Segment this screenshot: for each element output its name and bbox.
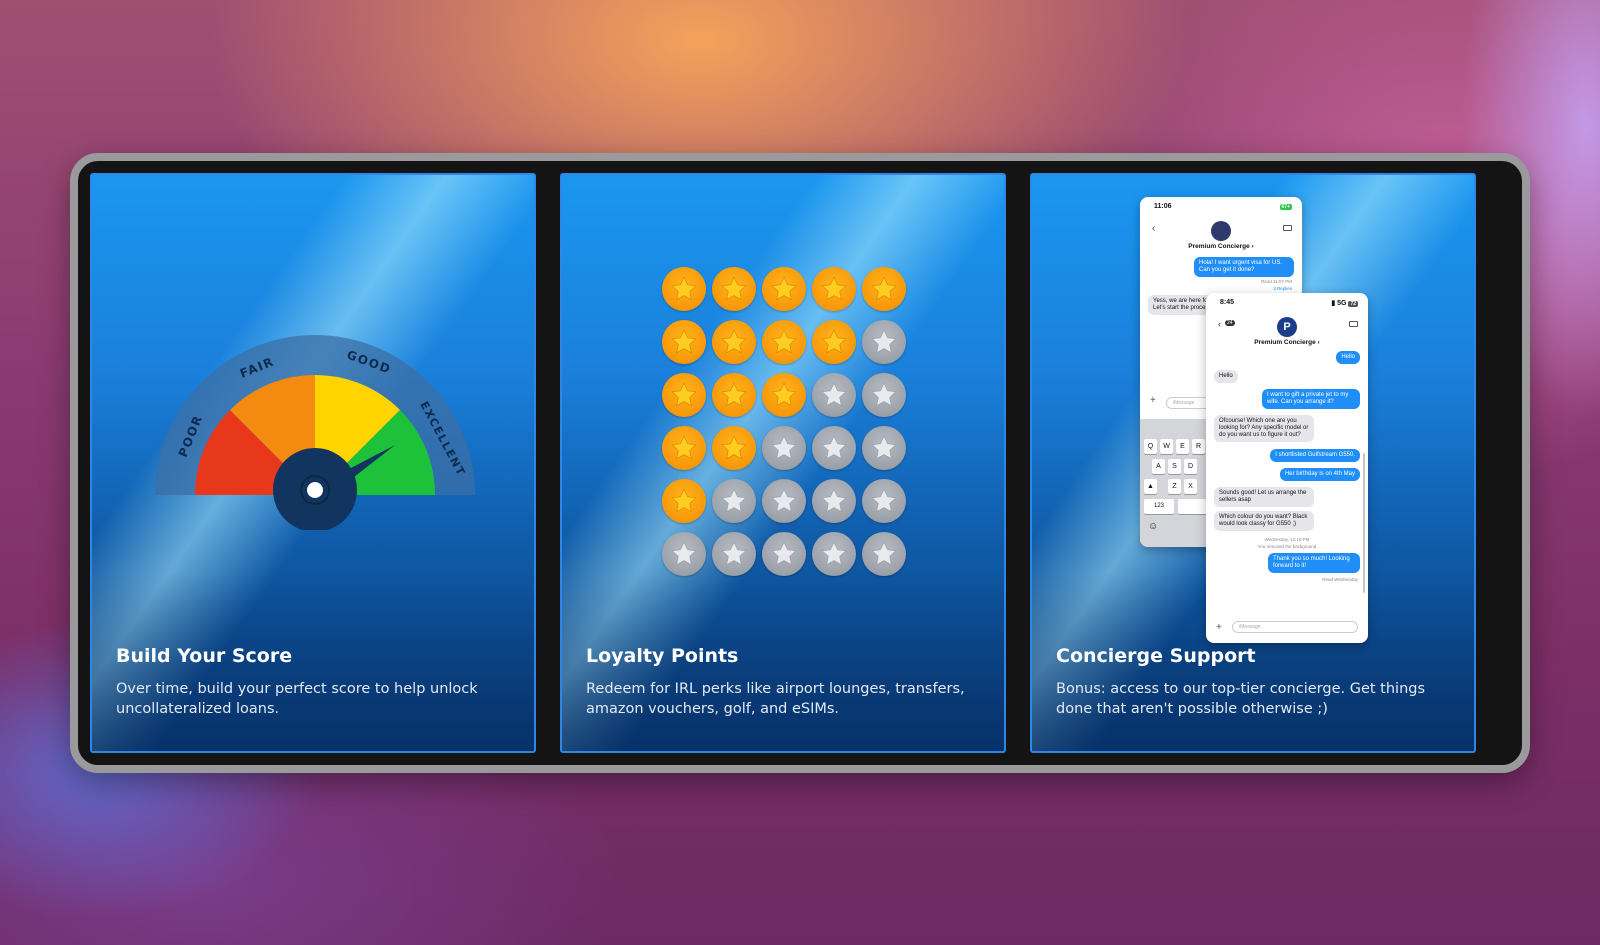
key: Q xyxy=(1144,439,1157,454)
star-empty-icon xyxy=(812,373,856,417)
device-frame: POOR FAIR GOOD EXCELLENT Build Your Scor… xyxy=(70,153,1530,773)
card-concierge-support: 11:06 67+ ‹ Premium Concierge › Hola! I … xyxy=(1030,173,1476,753)
star-filled-icon xyxy=(712,320,756,364)
contact-name: Premium Concierge › xyxy=(1254,339,1320,346)
video-call-icon xyxy=(1349,321,1358,327)
message-out: Hola! I want urgent visa for US. Can you… xyxy=(1194,257,1294,277)
star-empty-icon xyxy=(662,532,706,576)
key: R xyxy=(1192,439,1205,454)
back-chevron-icon: ‹ xyxy=(1218,319,1221,329)
message-out: I want to gift a private jet to my wife.… xyxy=(1262,389,1360,409)
star-empty-icon xyxy=(712,479,756,523)
star-empty-icon xyxy=(812,426,856,470)
message-in: Ofcourse! Which one are you looking for?… xyxy=(1214,415,1314,442)
star-filled-icon xyxy=(712,267,756,311)
numbers-key: 123 xyxy=(1144,499,1174,514)
shift-key: ▲ xyxy=(1144,479,1157,494)
replies-count: 3 Replies xyxy=(1273,286,1292,291)
network-type: 5G xyxy=(1337,300,1347,307)
star-filled-icon xyxy=(662,320,706,364)
star-filled-icon xyxy=(662,373,706,417)
message-out: I shortlisted Gulfstream G550. xyxy=(1270,449,1360,462)
message-meta: You removed the background xyxy=(1257,544,1317,549)
star-filled-icon xyxy=(762,267,806,311)
message-out: Thank you so much! Looking forward to it… xyxy=(1268,553,1360,573)
card-title: Concierge Support xyxy=(1056,645,1256,667)
key: Z xyxy=(1168,479,1181,494)
star-empty-icon xyxy=(862,320,906,364)
signal-icon: ▮ xyxy=(1331,300,1336,307)
message-in: Which colour do you want? Black would lo… xyxy=(1214,511,1314,531)
back-chevron-icon: ‹ xyxy=(1152,223,1156,234)
star-empty-icon xyxy=(862,479,906,523)
star-filled-icon xyxy=(712,426,756,470)
star-filled-icon xyxy=(762,320,806,364)
key: A xyxy=(1152,459,1165,474)
key: S xyxy=(1168,459,1181,474)
plus-icon: + xyxy=(1150,395,1156,406)
star-filled-icon xyxy=(762,373,806,417)
star-empty-icon xyxy=(862,426,906,470)
plus-icon: + xyxy=(1216,622,1222,633)
star-filled-icon xyxy=(662,267,706,311)
avatar: P xyxy=(1277,317,1297,337)
card-description: Bonus: access to our top-tier concierge.… xyxy=(1056,681,1426,717)
card-description: Over time, build your perfect score to h… xyxy=(116,681,478,717)
star-empty-icon xyxy=(762,426,806,470)
key: E xyxy=(1176,439,1189,454)
star-empty-icon xyxy=(762,532,806,576)
card-title: Build Your Score xyxy=(116,645,293,667)
scrollbar xyxy=(1363,453,1365,593)
message-in: Sounds good! Let us arrange the sellers … xyxy=(1214,487,1314,507)
star-filled-icon xyxy=(662,426,706,470)
phone-screenshot-front: 8:45 ▮ 5G 72 ‹ 24 P Premium Concierge › … xyxy=(1206,293,1368,643)
star-filled-icon xyxy=(812,267,856,311)
star-filled-icon xyxy=(862,267,906,311)
loyalty-stars-grid xyxy=(662,267,906,576)
video-call-icon xyxy=(1283,225,1292,231)
message-input: iMessage xyxy=(1232,621,1358,633)
card-build-your-score: POOR FAIR GOOD EXCELLENT Build Your Scor… xyxy=(90,173,536,753)
credit-score-gauge: POOR FAIR GOOD EXCELLENT xyxy=(155,335,475,530)
battery-icon: 72 xyxy=(1348,301,1358,307)
star-empty-icon xyxy=(712,532,756,576)
battery-icon: 67+ xyxy=(1279,204,1292,210)
message-out: Hello xyxy=(1336,351,1360,364)
star-empty-icon xyxy=(862,532,906,576)
message-out: Her birthday is on 4th May xyxy=(1279,468,1360,481)
message-meta: Read 11:07 PM xyxy=(1261,279,1292,284)
key: X xyxy=(1184,479,1197,494)
contact-name: Premium Concierge › xyxy=(1188,243,1254,250)
emoji-icon: ☺ xyxy=(1148,521,1159,532)
card-description: Redeem for IRL perks like airport lounge… xyxy=(586,681,965,717)
star-empty-icon xyxy=(812,532,856,576)
unread-count-badge: 24 xyxy=(1225,320,1235,326)
star-filled-icon xyxy=(812,320,856,364)
status-time: 11:06 xyxy=(1154,203,1172,210)
message-in: Hello xyxy=(1214,370,1238,383)
star-filled-icon xyxy=(712,373,756,417)
avatar xyxy=(1211,221,1231,241)
status-time: 8:45 xyxy=(1220,299,1235,306)
star-empty-icon xyxy=(862,373,906,417)
star-filled-icon xyxy=(662,479,706,523)
message-meta: Wednesday, 12:19 PM xyxy=(1264,537,1310,542)
card-loyalty-points: Loyalty Points Redeem for IRL perks like… xyxy=(560,173,1006,753)
star-empty-icon xyxy=(762,479,806,523)
key: D xyxy=(1184,459,1197,474)
message-meta: Read Wednesday xyxy=(1322,577,1358,582)
card-title: Loyalty Points xyxy=(586,645,739,667)
star-empty-icon xyxy=(812,479,856,523)
key: W xyxy=(1160,439,1173,454)
